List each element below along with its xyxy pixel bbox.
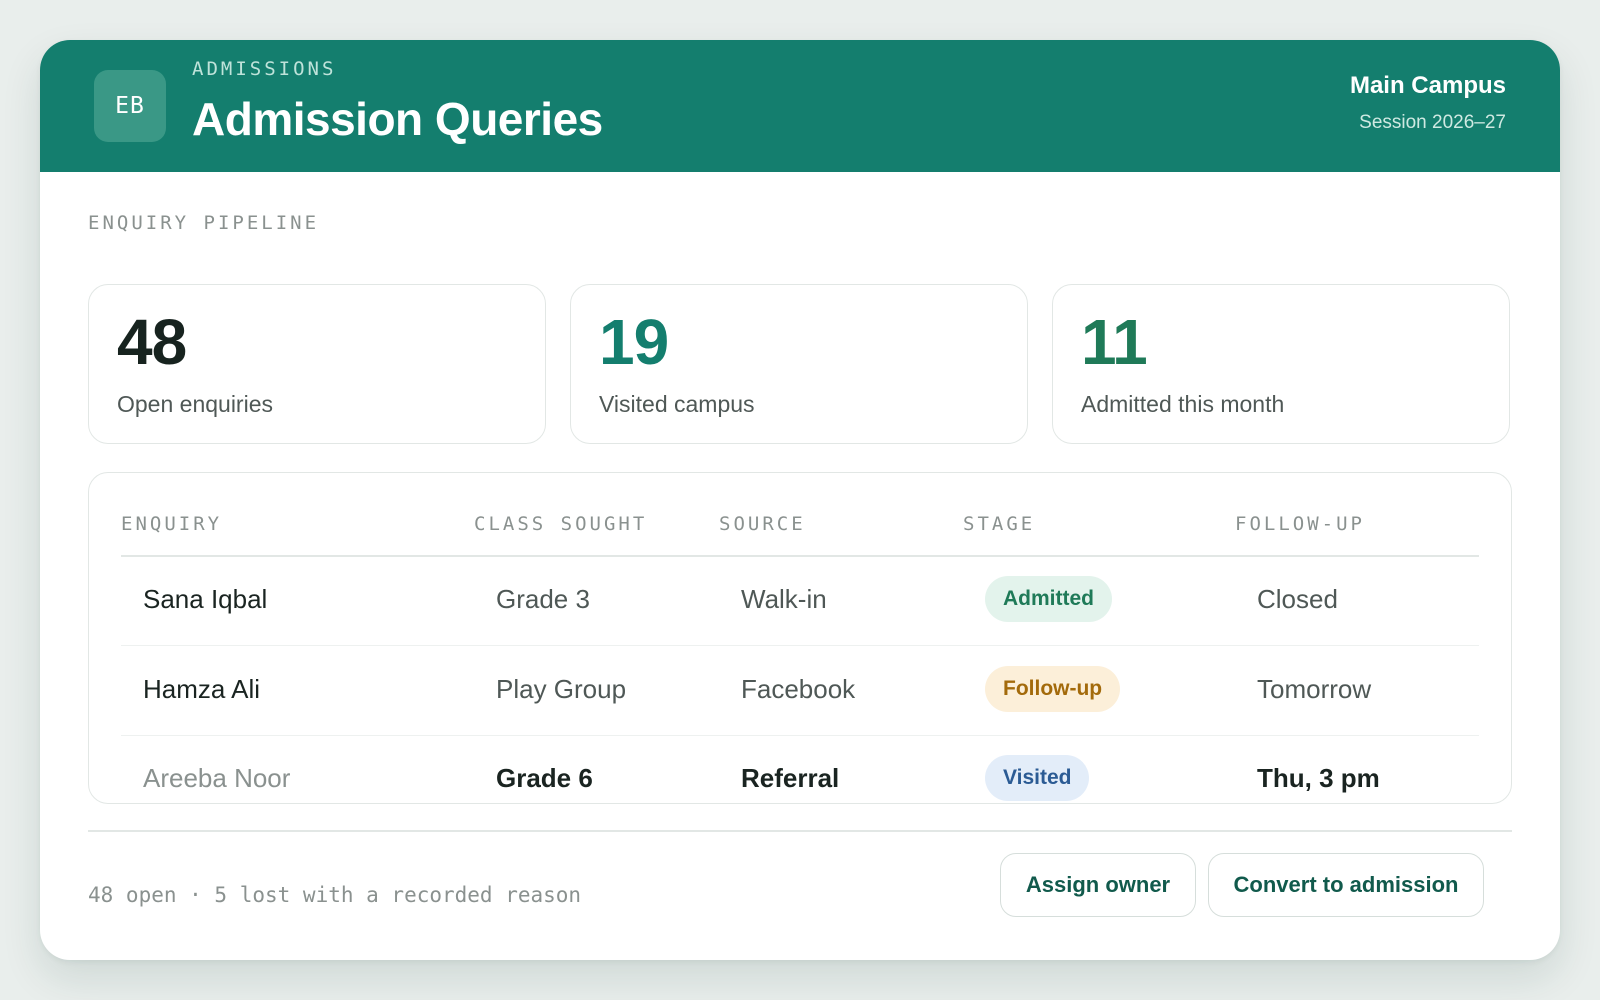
source: Referral (741, 763, 840, 793)
school-logo: EB (94, 70, 166, 142)
stat-value: 19 (599, 306, 669, 378)
column-header-source[interactable]: SOURCE (719, 513, 806, 535)
footer-summary: 48 open · 5 lost with a recorded reason (88, 883, 582, 907)
source: Facebook (741, 674, 856, 704)
table-row[interactable]: Hamza Ali Play Group Facebook Follow-up … (121, 646, 1479, 736)
class-sought: Grade 3 (496, 584, 590, 614)
stat-value: 11 (1081, 306, 1148, 378)
followup: Thu, 3 pm (1257, 763, 1380, 793)
class-sought: Play Group (496, 674, 627, 704)
stat-label: Visited campus (599, 391, 755, 417)
session-label: Session 2026–27 (1359, 112, 1506, 133)
column-header-class[interactable]: CLASS SOUGHT (474, 513, 647, 535)
assign-owner-button[interactable]: Assign owner (1000, 853, 1196, 917)
source: Walk-in (741, 584, 827, 614)
class-sought: Grade 6 (496, 763, 593, 793)
followup: Tomorrow (1257, 674, 1372, 704)
stat-value: 48 (117, 306, 187, 378)
enquiry-table: ENQUIRY CLASS SOUGHT SOURCE STAGE FOLLOW… (88, 472, 1512, 804)
column-header-stage[interactable]: STAGE (963, 513, 1035, 535)
stage-badge: Follow-up (985, 666, 1121, 712)
enquiry-name: Sana Iqbal (143, 584, 268, 614)
stat-card-open-enquiries: 48 Open enquiries (88, 284, 546, 444)
header-bar: EB ADMISSIONS Admission Queries Main Cam… (40, 40, 1560, 172)
stage-badge: Visited (985, 755, 1090, 801)
followup: Closed (1257, 584, 1338, 614)
table-row[interactable]: Areeba Noor Grade 6 Referral Visited Thu… (121, 735, 1479, 803)
admission-queries-card: EB ADMISSIONS Admission Queries Main Cam… (40, 40, 1560, 960)
enquiry-name: Areeba Noor (143, 763, 291, 793)
stat-card-admitted-month: 11 Admitted this month (1052, 284, 1510, 444)
column-header-followup[interactable]: FOLLOW-UP (1235, 513, 1365, 535)
header-eyebrow: ADMISSIONS (192, 58, 337, 80)
table-row[interactable]: Sana Iqbal Grade 3 Walk-in Admitted Clos… (121, 556, 1479, 646)
page-title: Admission Queries (192, 93, 603, 145)
convert-to-admission-button[interactable]: Convert to admission (1208, 853, 1484, 917)
campus-name: Main Campus (1349, 72, 1506, 99)
stat-label: Open enquiries (117, 391, 273, 417)
stage-badge: Admitted (985, 576, 1112, 622)
stat-card-visited-campus: 19 Visited campus (570, 284, 1028, 444)
enquiry-name: Hamza Ali (143, 674, 261, 704)
stat-label: Admitted this month (1081, 391, 1285, 417)
column-header-enquiry[interactable]: ENQUIRY (121, 513, 222, 535)
footer-divider (88, 830, 1512, 832)
section-label: ENQUIRY PIPELINE (88, 212, 320, 234)
